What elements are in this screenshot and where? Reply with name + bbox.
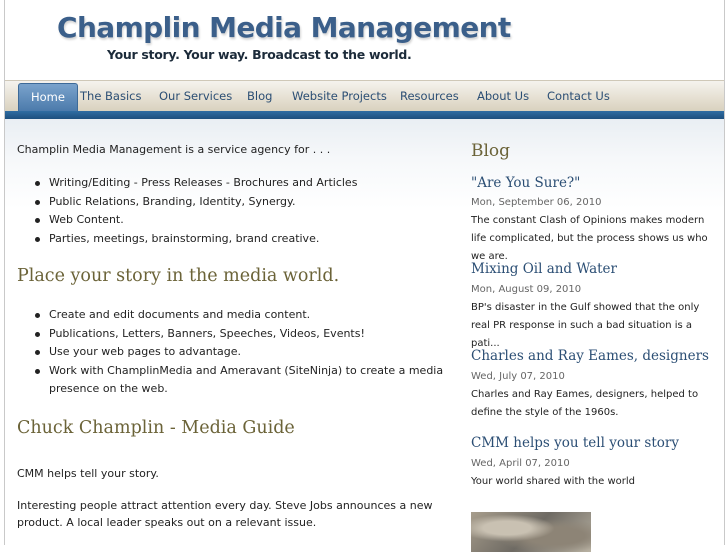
blog-post-title[interactable]: "Are You Sure?" — [471, 175, 580, 191]
list-item: Work with ChamplinMedia and Ameravant (S… — [35, 362, 455, 399]
nav-underline-band — [5, 111, 724, 119]
page-frame: Champlin Media Management Your story. Yo… — [4, 0, 725, 552]
blog-post-title[interactable]: CMM helps you tell your story — [471, 435, 679, 451]
nav-blog[interactable]: Blog — [235, 81, 284, 112]
blog-post-date: Mon, August 09, 2010 — [471, 284, 582, 295]
blog-post-excerpt: Charles and Ray Eames, designers, helped… — [471, 389, 699, 418]
list-item: Web Content. — [35, 211, 455, 230]
nav-the-basics[interactable]: The Basics — [68, 81, 153, 112]
nav-contact-us[interactable]: Contact Us — [535, 81, 622, 112]
nav-resources[interactable]: Resources — [388, 81, 471, 112]
blog-post-date: Wed, July 07, 2010 — [471, 371, 565, 382]
sidebar-title: Blog — [471, 141, 511, 161]
list-item: Public Relations, Branding, Identity, Sy… — [35, 193, 455, 212]
site-tagline: Your story. Your way. Broadcast to the w… — [107, 47, 412, 62]
intro-text: Champlin Media Management is a service a… — [17, 143, 331, 156]
site-header: Champlin Media Management Your story. Yo… — [5, 0, 724, 80]
list-item: Writing/Editing - Press Releases - Broch… — [35, 174, 455, 193]
section-heading-media-world: Place your story in the media world. — [17, 266, 340, 286]
media-list: Create and edit documents and media cont… — [35, 306, 455, 399]
list-item: Publications, Letters, Banners, Speeches… — [35, 325, 455, 344]
list-item: Parties, meetings, brainstorming, brand … — [35, 230, 455, 249]
nav-website-projects[interactable]: Website Projects — [280, 81, 399, 112]
services-list: Writing/Editing - Press Releases - Broch… — [35, 174, 455, 248]
paragraph: Interesting people attract attention eve… — [17, 499, 433, 529]
blog-post-title[interactable]: Mixing Oil and Water — [471, 261, 617, 277]
nav-about-us[interactable]: About Us — [465, 81, 541, 112]
site-title[interactable]: Champlin Media Management — [57, 11, 511, 44]
main-nav: Home The Basics Our Services Blog Websit… — [5, 80, 724, 112]
blog-post-excerpt: BP's disaster in the Gulf showed that th… — [471, 302, 700, 349]
list-item: Use your web pages to advantage. — [35, 343, 455, 362]
blog-post-date: Mon, September 06, 2010 — [471, 197, 602, 208]
blog-post-excerpt: Your world shared with the world — [471, 476, 636, 487]
blog-post-date: Wed, April 07, 2010 — [471, 458, 570, 469]
section-heading-media-guide: Chuck Champlin - Media Guide — [17, 418, 295, 438]
list-item: Create and edit documents and media cont… — [35, 306, 455, 325]
blog-post-excerpt: The constant Clash of Opinions makes mod… — [471, 215, 708, 262]
nav-our-services[interactable]: Our Services — [147, 81, 244, 112]
blog-post-title[interactable]: Charles and Ray Eames, designers — [471, 348, 709, 364]
blog-thumbnail-image[interactable] — [471, 512, 591, 552]
paragraph: CMM helps tell your story. — [17, 467, 159, 480]
